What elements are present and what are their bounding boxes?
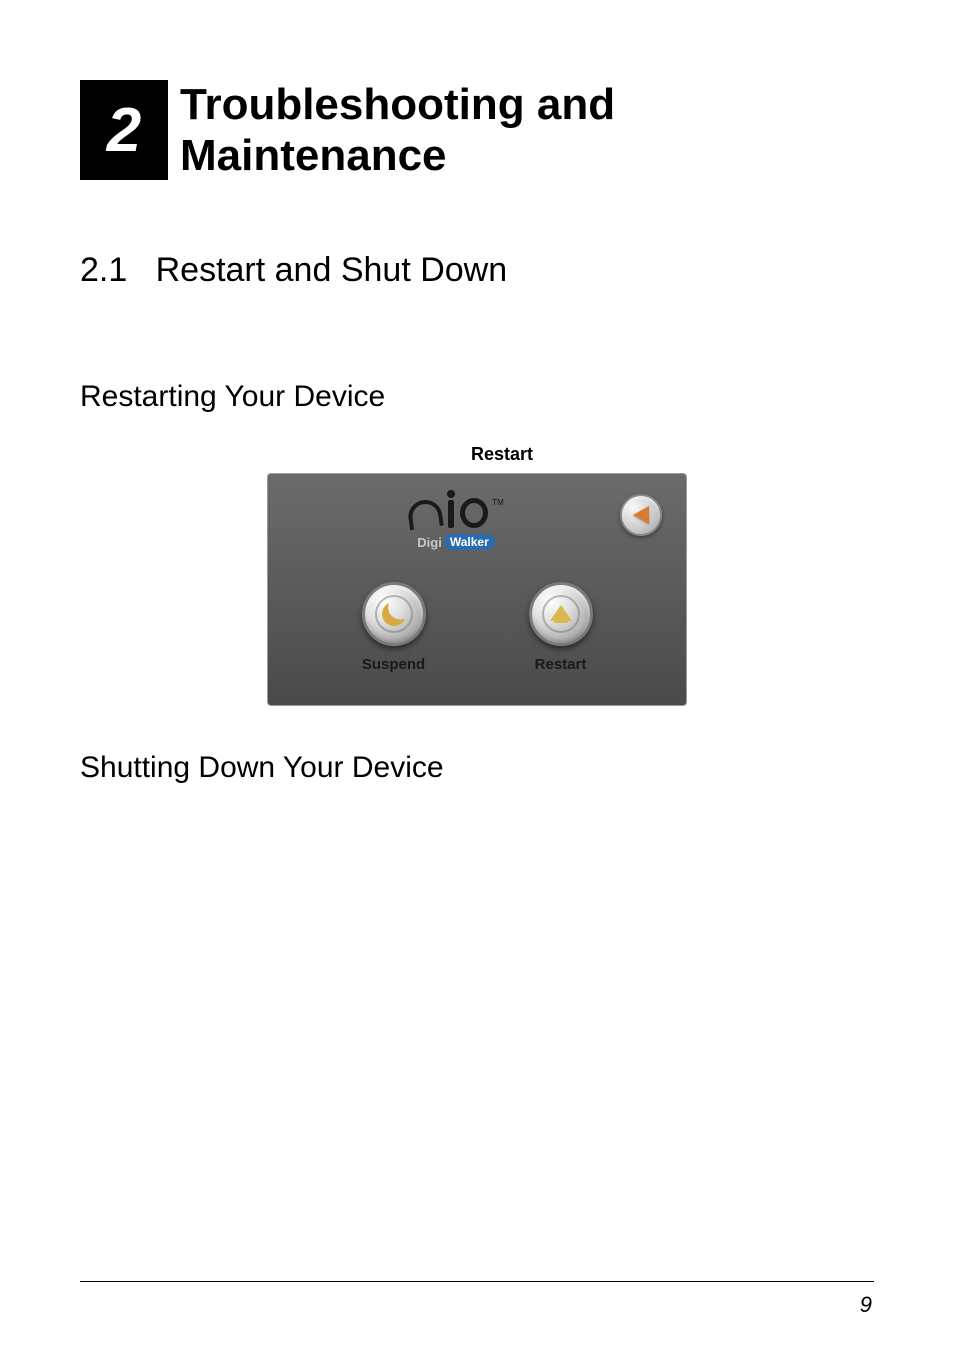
logo-walker-badge: Walker bbox=[444, 534, 495, 550]
logo-swoosh-icon bbox=[406, 498, 444, 530]
page-number: 9 bbox=[860, 1292, 872, 1318]
subsection-restarting: Restarting Your Device bbox=[80, 380, 874, 414]
chapter-number-box: 2 bbox=[80, 80, 168, 180]
moon-icon bbox=[378, 599, 409, 630]
restart-icon bbox=[550, 603, 572, 625]
logo-digi-text: Digi bbox=[417, 535, 442, 550]
device-logo: TM Digi Walker bbox=[292, 494, 620, 550]
chapter-header: 2 Troubleshooting and Maintenance bbox=[80, 80, 874, 181]
restart-caption: Restart bbox=[130, 444, 874, 465]
suspend-button[interactable] bbox=[362, 582, 426, 646]
chapter-title: Troubleshooting and Maintenance bbox=[180, 80, 874, 181]
suspend-label: Suspend bbox=[362, 656, 425, 673]
chapter-number: 2 bbox=[107, 95, 141, 166]
footer-divider bbox=[80, 1281, 874, 1282]
logo-tm: TM bbox=[492, 498, 504, 507]
subsection-shutting-down: Shutting Down Your Device bbox=[80, 751, 874, 785]
restart-button[interactable] bbox=[529, 582, 593, 646]
logo-o-icon bbox=[460, 498, 488, 528]
back-button[interactable] bbox=[620, 494, 662, 536]
back-arrow-icon bbox=[633, 506, 649, 524]
logo-i-icon bbox=[448, 500, 454, 528]
restart-button-label: Restart bbox=[535, 656, 587, 673]
section-number: 2.1 bbox=[80, 251, 127, 289]
section-heading: 2.1 Restart and Shut Down bbox=[80, 251, 874, 290]
section-title: Restart and Shut Down bbox=[156, 251, 508, 289]
device-screenshot: TM Digi Walker Suspend bbox=[267, 473, 687, 706]
